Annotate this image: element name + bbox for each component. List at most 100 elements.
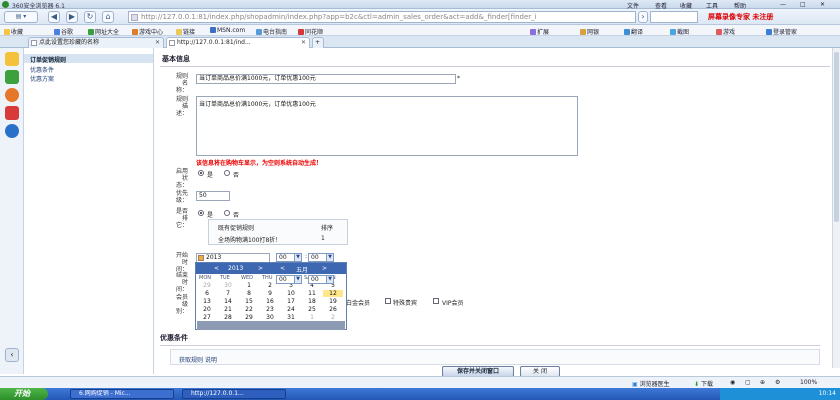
calendar-day[interactable]: 19 xyxy=(323,298,343,305)
calendar-day[interactable]: 24 xyxy=(281,306,301,313)
enable-no-radio[interactable] xyxy=(224,170,230,176)
calendar-day[interactable]: 17 xyxy=(281,298,301,305)
translate-button[interactable]: 翻译 xyxy=(624,27,643,36)
nav-discount-plans[interactable]: 优惠方案 xyxy=(30,74,54,83)
enable-yes-radio[interactable] xyxy=(198,170,204,176)
rule-name-input[interactable]: 当订单商品总价满1000元，订单优惠100元 xyxy=(196,74,456,84)
calendar-day[interactable]: 22 xyxy=(239,306,259,313)
app-green-icon[interactable] xyxy=(5,70,19,84)
login-manager-button[interactable]: 登录管家 xyxy=(766,27,797,36)
calendar-day[interactable]: 25 xyxy=(302,306,322,313)
calendar-day[interactable]: 13 xyxy=(197,298,217,305)
favorites-star-icon[interactable] xyxy=(5,52,19,66)
next-year-button[interactable]: > xyxy=(258,265,263,272)
maximize-icon[interactable]: □ xyxy=(800,1,806,8)
calendar-day[interactable]: 21 xyxy=(218,306,238,313)
bookmark-games[interactable]: 游戏中心 xyxy=(132,27,163,36)
calendar-day[interactable]: 30 xyxy=(218,282,238,289)
start-hour-select[interactable]: 00 ▼ xyxy=(276,253,302,262)
weibo-icon[interactable] xyxy=(5,88,19,102)
bank-button[interactable]: 网银 xyxy=(580,27,599,36)
calendar-day[interactable]: 27 xyxy=(197,314,217,321)
screenshot-button[interactable]: 截图 xyxy=(670,27,689,36)
rule-desc-textarea[interactable]: 当订单商品总价满1000元，订单优惠100元 xyxy=(196,96,578,156)
extensions-button[interactable]: 扩展 xyxy=(530,27,549,36)
calendar-day[interactable]: 10 xyxy=(281,290,301,297)
tab-shopadmin[interactable]: http://127.0.0.1:81/ind... ✕ xyxy=(166,37,310,48)
exclusive-yes-radio[interactable] xyxy=(198,210,204,216)
priority-input[interactable]: 50 xyxy=(196,191,230,201)
calendar-day[interactable]: 26 xyxy=(323,306,343,313)
app-blue-icon[interactable] xyxy=(5,124,19,138)
collapse-arrow-icon[interactable]: ‹ xyxy=(5,348,19,362)
address-bar[interactable]: http://127.0.0.1:81/index.php/shopadmin/… xyxy=(128,11,636,23)
zoom-level[interactable]: 100% xyxy=(800,379,817,386)
minimize-icon[interactable]: — xyxy=(780,1,786,8)
calendar-day[interactable]: 28 xyxy=(218,314,238,321)
app-red-icon[interactable] xyxy=(5,106,19,120)
bookmark-hao[interactable]: 网址大全 xyxy=(88,27,119,36)
refresh-icon[interactable]: ↻ xyxy=(84,11,96,23)
bookmark-google[interactable]: 谷歌 xyxy=(54,27,73,36)
end-minute-select[interactable]: 00 ▼ xyxy=(308,275,334,284)
games-button[interactable]: 游戏 xyxy=(716,27,735,36)
zoom-icon[interactable]: ⊕ xyxy=(760,379,765,386)
bookmark-favorites[interactable]: 收藏 xyxy=(4,27,23,36)
member-special-checkbox[interactable] xyxy=(385,298,391,304)
nav-order-promotion-rules[interactable]: 订单促销规则 xyxy=(30,55,66,64)
calendar-day[interactable]: 8 xyxy=(239,290,259,297)
condition-hint[interactable]: 获取规则 说明 xyxy=(179,355,217,364)
sidebar-toggle-button[interactable]: ▤ ▾ xyxy=(4,11,38,23)
calendar-day[interactable]: 11 xyxy=(302,290,322,297)
calendar-day[interactable]: 29 xyxy=(239,314,259,321)
bookmark-links[interactable]: 链接 xyxy=(176,27,195,36)
calendar-day[interactable]: 12 xyxy=(323,290,343,297)
close-icon[interactable]: ✕ xyxy=(820,1,825,8)
taskbar-item-word[interactable]: 6.网购促销 - Mic... xyxy=(70,389,174,399)
exclusive-no-radio[interactable] xyxy=(224,210,230,216)
calendar-day[interactable]: 30 xyxy=(260,314,280,321)
download-button[interactable]: ⬇ 下载 xyxy=(694,379,713,388)
calendar-day[interactable]: 2 xyxy=(323,314,343,321)
tab-favorites[interactable]: 点此设置您珍藏的名称 ✕ xyxy=(28,37,164,48)
next-month-button[interactable]: > xyxy=(322,265,327,272)
bookmark-radio[interactable]: 电台指南 xyxy=(256,27,287,36)
browser-doctor[interactable]: ▣ 浏览器医生 xyxy=(632,379,670,388)
scrollbar-thumb[interactable] xyxy=(834,52,839,222)
home-icon[interactable]: ⌂ xyxy=(102,11,114,23)
calendar-day[interactable]: 23 xyxy=(260,306,280,313)
search-input[interactable] xyxy=(650,11,698,23)
go-button[interactable]: › xyxy=(638,11,648,23)
calendar-day[interactable]: 14 xyxy=(218,298,238,305)
prev-month-button[interactable]: < xyxy=(280,265,285,272)
calendar-day[interactable]: 20 xyxy=(197,306,217,313)
end-hour-select[interactable]: 00 ▼ xyxy=(276,275,302,284)
start-minute-select[interactable]: 00 ▼ xyxy=(308,253,334,262)
calendar-day[interactable]: 9 xyxy=(260,290,280,297)
bookmark-ths[interactable]: 同花顺 xyxy=(298,27,323,36)
nav-discount-conditions[interactable]: 优惠条件 xyxy=(30,65,54,74)
calendar-day[interactable]: 15 xyxy=(239,298,259,305)
start-button[interactable]: 开始 xyxy=(0,388,48,400)
calendar-day[interactable]: 1 xyxy=(302,314,322,321)
calendar-day[interactable]: 18 xyxy=(302,298,322,305)
calendar-day[interactable]: 31 xyxy=(281,314,301,321)
calendar-day[interactable]: 7 xyxy=(218,290,238,297)
tab-close-icon[interactable]: ✕ xyxy=(155,38,160,48)
back-button[interactable]: ◀ xyxy=(48,11,60,23)
member-vip-checkbox[interactable] xyxy=(433,298,439,304)
settings-icon[interactable]: ⚙ xyxy=(775,379,780,386)
vertical-scrollbar[interactable] xyxy=(832,48,840,368)
window-icon[interactable]: ▢ xyxy=(745,379,751,386)
new-tab-button[interactable]: + xyxy=(312,37,324,48)
tab-close-icon[interactable]: ✕ xyxy=(301,38,306,48)
calendar-day[interactable]: 6 xyxy=(197,290,217,297)
calendar-day[interactable]: 16 xyxy=(260,298,280,305)
calendar-day[interactable]: 1 xyxy=(239,282,259,289)
sound-icon[interactable]: ◉ xyxy=(730,379,735,386)
bookmark-msn[interactable]: MSN.com xyxy=(210,27,245,34)
forward-button[interactable]: ▶ xyxy=(66,11,78,23)
taskbar-item-browser[interactable]: http://127.0.0.1... xyxy=(182,389,286,399)
calendar-day[interactable]: 29 xyxy=(197,282,217,289)
prev-year-button[interactable]: < xyxy=(214,265,219,272)
